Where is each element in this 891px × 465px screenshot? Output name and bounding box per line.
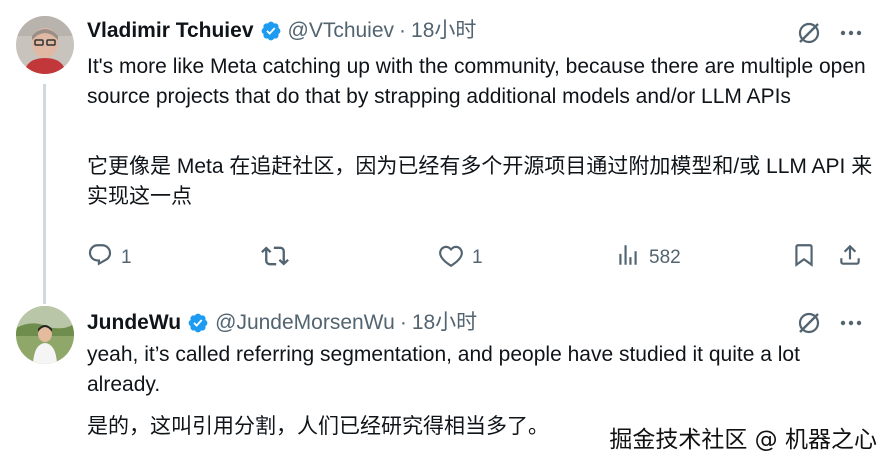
tweet-text-en: yeah, it’s called referring segmentation…	[87, 343, 800, 396]
retweet-icon	[261, 242, 289, 276]
tweet-top-actions	[796, 20, 864, 51]
author-handle[interactable]: @VTchuiev	[288, 18, 395, 44]
tweet-text-zh: 它更像是 Meta 在追赶社区，因为已经有多个开源项目通过附加模型和/或 LLM…	[87, 155, 873, 208]
reply-icon	[87, 242, 113, 274]
views-count: 582	[649, 247, 681, 268]
thread-line	[43, 84, 46, 304]
reply-button[interactable]: 1	[87, 242, 132, 274]
tweet-header: Vladimir Tchuiev @VTchuiev · 18小时	[87, 18, 476, 44]
like-button[interactable]: 1	[438, 242, 483, 274]
grok-icon[interactable]	[796, 20, 822, 51]
author-handle[interactable]: @JundeMorsenWu	[215, 310, 395, 336]
tweet-text-en: It's more like Meta catching up with the…	[87, 55, 866, 108]
action-bar: 1 1 582	[87, 240, 867, 274]
tweet-1[interactable]: Vladimir Tchuiev @VTchuiev · 18小时 It's m…	[0, 0, 891, 304]
reply-count: 1	[121, 247, 132, 268]
watermark: 掘金技术社区 @ 机器之心	[609, 427, 877, 453]
author-name[interactable]: Vladimir Tchuiev	[87, 18, 254, 44]
more-icon[interactable]	[838, 20, 864, 51]
tweet-text-zh: 是的，这叫引用分割，人们已经研究得相当多了。	[87, 415, 549, 438]
like-count: 1	[472, 247, 483, 268]
bookmark-icon	[791, 242, 817, 274]
views-icon	[615, 242, 641, 274]
more-icon[interactable]	[838, 310, 864, 341]
separator: ·	[399, 311, 407, 334]
tweet-top-actions	[796, 310, 864, 341]
verified-badge-icon	[187, 312, 209, 334]
retweet-button[interactable]	[261, 242, 297, 276]
grok-icon[interactable]	[796, 310, 822, 341]
timestamp[interactable]: 18小时	[412, 310, 477, 336]
bookmark-button[interactable]	[791, 242, 817, 274]
views-button[interactable]: 582	[615, 242, 681, 274]
avatar[interactable]	[16, 306, 74, 364]
share-icon	[837, 242, 863, 274]
share-button[interactable]	[837, 242, 863, 274]
like-icon	[438, 242, 464, 274]
tweet-header: JundeWu @JundeMorsenWu · 18小时	[87, 310, 477, 336]
verified-badge-icon	[260, 20, 282, 42]
author-name[interactable]: JundeWu	[87, 310, 181, 336]
separator: ·	[399, 19, 407, 42]
timestamp[interactable]: 18小时	[411, 18, 476, 44]
avatar[interactable]	[16, 16, 74, 74]
